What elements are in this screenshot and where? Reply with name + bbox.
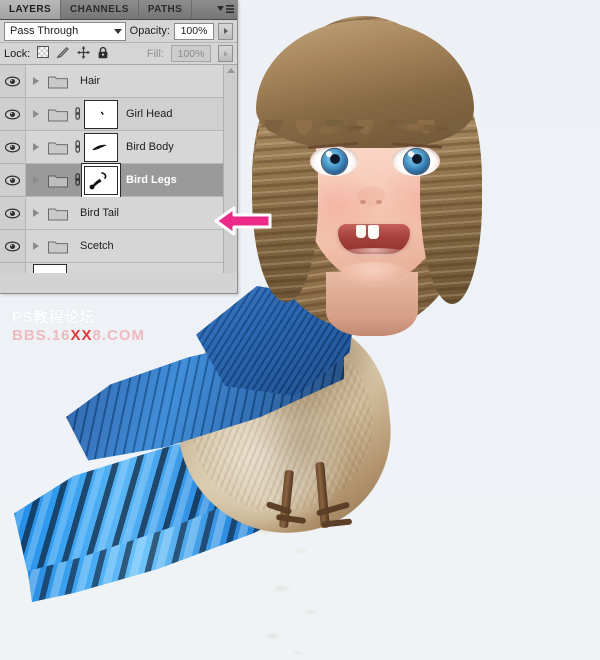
eye-icon [5,208,20,218]
watermark-line-2: BBS.16XX8.COM [12,326,146,344]
folder-icon-bird-body [46,140,70,155]
girl-tooth-right [368,225,379,239]
layer-row-layer-3[interactable]: Layer 3 [0,263,237,273]
left-pointing-arrow-annotation [212,203,274,239]
disclosure-triangle-bird-legs[interactable] [26,176,46,184]
lock-position-icon[interactable] [77,45,91,62]
layer-mask-thumbnail-girl-head[interactable] [84,99,118,129]
opacity-input[interactable]: 100% [174,22,214,40]
eye-icon [5,175,20,185]
layer-name-bird-tail: Bird Tail [80,207,119,219]
fill-label: Fill: [146,47,164,60]
layer-row-hair[interactable]: Hair [0,65,237,98]
layer-row-scetch[interactable]: Scetch [0,230,237,263]
layer-mask-thumbnail-bird-legs[interactable] [84,165,118,195]
visibility-toggle-layer-3[interactable] [0,263,26,273]
eye-icon [5,241,20,251]
fill-slider-button[interactable] [218,45,233,62]
tab-channels[interactable]: CHANNELS [61,0,139,19]
layer-name-hair: Hair [80,75,101,87]
tab-paths[interactable]: PATHS [138,0,193,19]
girl-chin-highlight [336,262,412,288]
screenshot-canvas: PS教程论坛 BBS.16XX8.COM LAYERS CHANNELS PAT… [0,0,600,660]
blend-mode-select[interactable]: Pass Through [4,21,126,41]
disclosure-triangle-hair[interactable] [26,77,46,85]
visibility-toggle-bird-tail[interactable] [0,197,26,229]
visibility-toggle-girl-head[interactable] [0,98,26,130]
panel-menu-icon[interactable] [213,0,237,19]
disclosure-triangle-bird-body[interactable] [26,143,46,151]
layer-row-bird-body[interactable]: Bird Body [0,131,237,164]
layer-thumbnail-layer-3[interactable] [33,264,67,273]
tab-layers[interactable]: LAYERS [0,0,62,19]
folder-icon-scetch [46,239,70,254]
link-icon-bird-legs[interactable] [70,173,84,187]
opacity-label: Opacity: [129,25,170,37]
panel-tab-bar: LAYERS CHANNELS PATHS [0,0,237,20]
disclosure-triangle-bird-tail[interactable] [26,209,46,217]
folder-icon-hair [46,74,70,89]
lock-image-pixels-icon[interactable] [56,46,70,62]
lock-transparent-pixels-icon[interactable] [37,46,50,61]
eye-icon [5,109,20,119]
girl-eye-right [392,146,440,176]
link-icon-girl-head[interactable] [70,107,84,121]
disclosure-triangle-girl-head[interactable] [26,110,46,118]
visibility-toggle-bird-legs[interactable] [0,164,26,196]
layer-name-bird-body: Bird Body [126,141,174,153]
layer-name-scetch: Scetch [80,240,114,252]
watermark-suffix: 8.COM [92,326,146,344]
layer-row-girl-head[interactable]: Girl Head [0,98,237,131]
scroll-up-arrow-icon[interactable] [226,68,235,73]
layers-panel: LAYERS CHANNELS PATHS Pass Through Opaci… [0,0,238,294]
lock-all-icon[interactable] [97,46,109,62]
girl-nostril-left [360,200,366,204]
visibility-toggle-hair[interactable] [0,65,26,97]
folder-icon-bird-legs [46,173,70,188]
folder-icon-girl-head [46,107,70,122]
eye-icon [5,142,20,152]
layer-row-bird-legs[interactable]: Bird Legs [0,164,237,197]
layer-row-bird-tail[interactable]: Bird Tail [0,197,237,230]
lock-row: Lock: Fill: 100% [0,43,237,65]
lock-label: Lock: [4,47,31,60]
layer-list: Hair Girl Head Bird Body Bird Legs Bird … [0,65,237,273]
watermark: PS教程论坛 BBS.16XX8.COM [12,310,145,344]
chevron-down-icon [113,28,122,34]
tab-bar-filler [192,0,213,19]
girl-tooth-left [356,225,366,238]
visibility-toggle-bird-body[interactable] [0,131,26,163]
girl-nostril-right [376,200,382,204]
girl-lip-highlight [336,248,412,260]
fill-input[interactable]: 100% [171,45,211,62]
layer-name-girl-head: Girl Head [126,108,173,120]
opacity-slider-button[interactable] [218,22,233,40]
girl-eye-glint-left [326,151,332,157]
watermark-highlight: XX [70,326,93,344]
visibility-toggle-scetch[interactable] [0,230,26,262]
girl-eye-glint-right [408,151,414,157]
girl-nose [356,186,386,208]
link-icon-bird-body[interactable] [70,140,84,154]
disclosure-triangle-scetch[interactable] [26,242,46,250]
folder-icon-bird-tail [46,206,70,221]
watermark-prefix: BBS.16 [12,326,71,344]
layer-name-bird-legs: Bird Legs [126,174,177,186]
layer-list-scrollbar[interactable] [223,65,237,273]
layer-mask-thumbnail-bird-body[interactable] [84,132,118,162]
girl-eye-left [310,146,358,176]
watermark-line-1: PS教程论坛 [12,309,96,326]
blend-mode-value: Pass Through [10,25,79,37]
eye-icon [5,76,20,86]
blend-mode-row: Pass Through Opacity: 100% [0,20,237,43]
